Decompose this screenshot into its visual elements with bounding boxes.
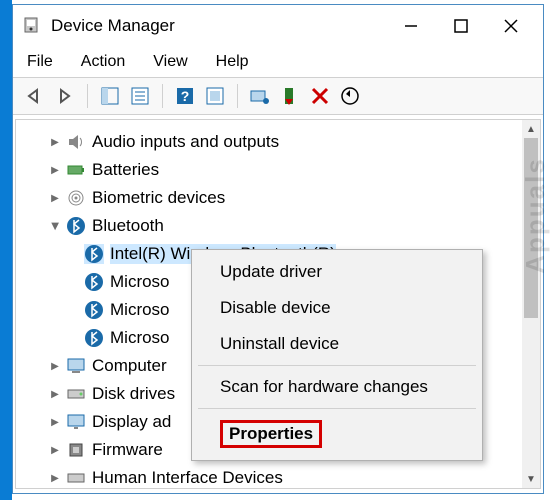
minimize-button[interactable]	[401, 16, 421, 36]
category-label: Bluetooth	[92, 216, 164, 236]
back-button[interactable]	[23, 84, 47, 108]
chevron-right-icon: ▶	[46, 193, 64, 204]
scan-toolbar-button[interactable]	[203, 84, 227, 108]
category-label: Firmware	[92, 440, 163, 460]
category-label: Biometric devices	[92, 188, 225, 208]
device-category-bluetooth[interactable]: ▶ Bluetooth	[20, 212, 536, 240]
battery-icon	[66, 160, 86, 180]
titlebar: Device Manager	[13, 5, 543, 47]
chevron-right-icon: ▶	[46, 389, 64, 400]
toolbar-separator	[162, 84, 163, 108]
bluetooth-icon	[84, 300, 104, 320]
chevron-right-icon: ▶	[46, 417, 64, 428]
menu-view[interactable]: View	[153, 53, 187, 71]
chip-icon	[66, 440, 86, 460]
forward-button[interactable]	[53, 84, 77, 108]
properties-toolbar-button[interactable]	[128, 84, 152, 108]
disable-toolbar-button[interactable]	[338, 84, 362, 108]
browser-edge	[0, 0, 12, 500]
category-label: Audio inputs and outputs	[92, 132, 279, 152]
chevron-right-icon: ▶	[46, 137, 64, 148]
app-icon	[21, 16, 41, 36]
ctx-separator	[198, 408, 476, 409]
ctx-update-driver[interactable]: Update driver	[192, 254, 482, 290]
window-title: Device Manager	[51, 16, 401, 36]
menu-help[interactable]: Help	[216, 53, 249, 71]
category-label: Disk drives	[92, 384, 175, 404]
scroll-up-icon[interactable]: ▲	[522, 120, 540, 138]
display-icon	[66, 412, 86, 432]
maximize-button[interactable]	[451, 16, 471, 36]
speaker-icon	[66, 132, 86, 152]
context-menu: Update driver Disable device Uninstall d…	[191, 249, 483, 461]
device-category-biometric[interactable]: ▶ Biometric devices	[20, 184, 536, 212]
highlighted-properties: Properties	[220, 420, 322, 448]
add-legacy-button[interactable]	[278, 84, 302, 108]
chevron-right-icon: ▶	[46, 165, 64, 176]
device-category-hid[interactable]: ▶ Human Interface Devices	[20, 464, 536, 489]
menu-file[interactable]: File	[27, 53, 53, 71]
ctx-separator	[198, 365, 476, 366]
device-category-audio[interactable]: ▶ Audio inputs and outputs	[20, 128, 536, 156]
bluetooth-icon	[84, 328, 104, 348]
toolbar-separator	[237, 84, 238, 108]
help-toolbar-button[interactable]: ?	[173, 84, 197, 108]
category-label: Computer	[92, 356, 167, 376]
category-label: Display ad	[92, 412, 171, 432]
chevron-right-icon: ▶	[46, 361, 64, 372]
menu-action[interactable]: Action	[81, 53, 125, 71]
fingerprint-icon	[66, 188, 86, 208]
device-label: Microso	[110, 328, 170, 348]
watermark: Appuals	[520, 157, 551, 274]
svg-text:?: ?	[181, 88, 190, 104]
computer-icon	[66, 356, 86, 376]
chevron-right-icon: ▶	[46, 473, 64, 484]
ctx-disable-device[interactable]: Disable device	[192, 290, 482, 326]
toolbar-separator	[87, 84, 88, 108]
category-label: Batteries	[92, 160, 159, 180]
ctx-uninstall-device[interactable]: Uninstall device	[192, 326, 482, 362]
ctx-properties[interactable]: Properties	[192, 412, 482, 456]
menubar: File Action View Help	[13, 47, 543, 77]
show-hide-tree-button[interactable]	[98, 84, 122, 108]
scroll-down-icon[interactable]: ▼	[522, 470, 540, 488]
bluetooth-icon	[84, 244, 104, 264]
disk-icon	[66, 384, 86, 404]
bluetooth-icon	[66, 216, 86, 236]
ctx-scan-hardware[interactable]: Scan for hardware changes	[192, 369, 482, 405]
hid-icon	[66, 468, 86, 488]
uninstall-toolbar-button[interactable]	[308, 84, 332, 108]
category-label: Human Interface Devices	[92, 468, 283, 488]
window-controls	[401, 16, 521, 36]
device-label: Microso	[110, 300, 170, 320]
bluetooth-icon	[84, 272, 104, 292]
device-label: Microso	[110, 272, 170, 292]
update-toolbar-button[interactable]	[248, 84, 272, 108]
chevron-down-icon: ▶	[50, 217, 61, 235]
chevron-right-icon: ▶	[46, 445, 64, 456]
device-category-batteries[interactable]: ▶ Batteries	[20, 156, 536, 184]
close-button[interactable]	[501, 16, 521, 36]
toolbar: ?	[13, 77, 543, 115]
